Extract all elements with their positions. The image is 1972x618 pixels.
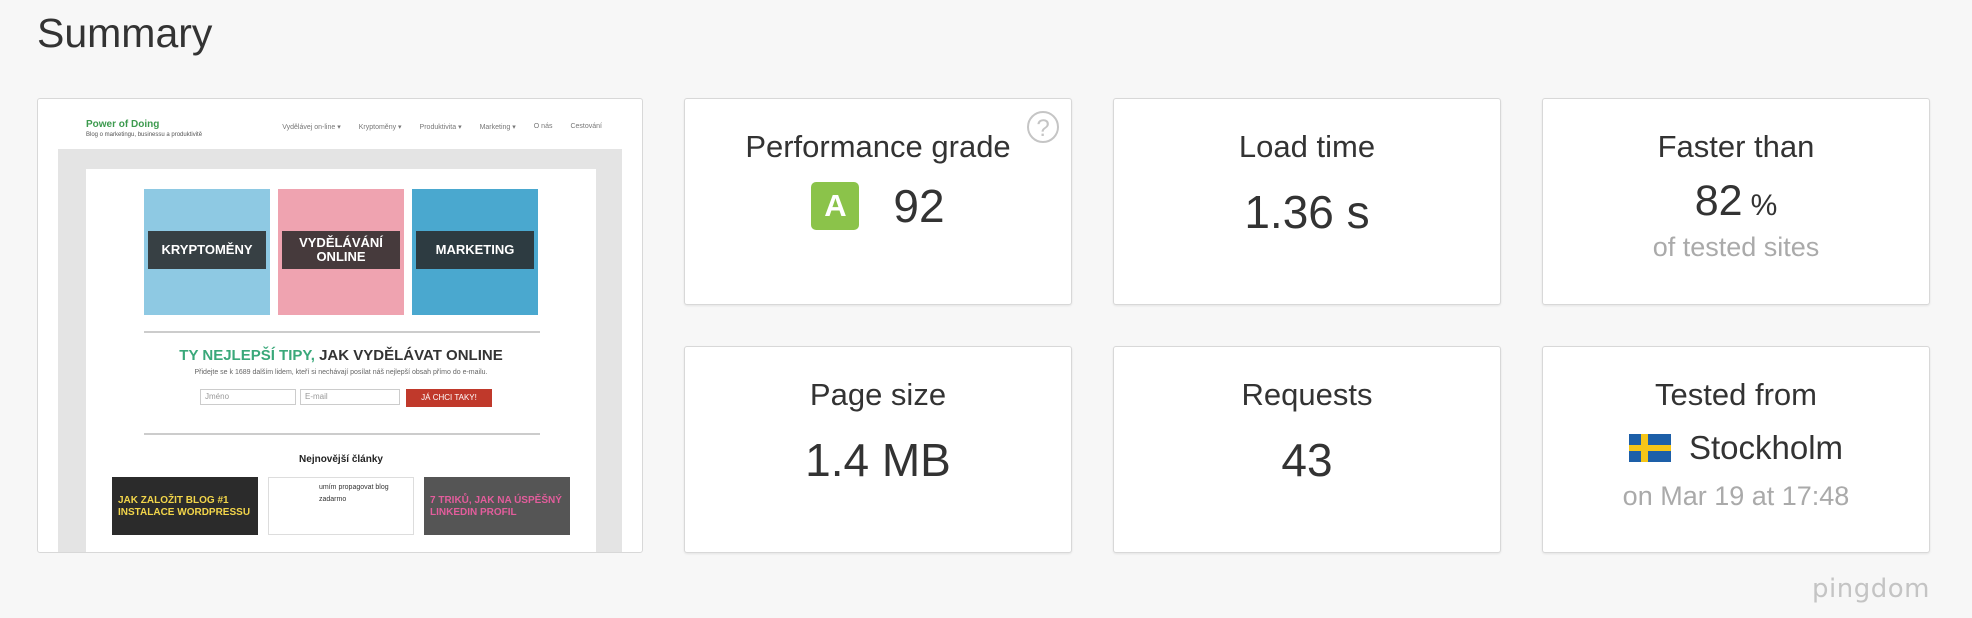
site-nav-item: Cestování [570, 123, 602, 130]
page-size-value: 1.4 MB [805, 434, 951, 486]
article-title: umím propagovat blog zadarmo [319, 484, 389, 503]
site-tagline: Blog o marketingu, businessu a produktiv… [86, 132, 203, 138]
requests-value: 43 [1281, 434, 1333, 486]
percent-sign: % [1750, 189, 1778, 222]
test-location: Stockholm [1688, 429, 1844, 466]
site-nav-item: O nás [533, 123, 553, 130]
tile-caption: KRYPTOMĚNY [148, 231, 266, 269]
page-title: Summary [37, 10, 213, 56]
article-title: JAK ZALOŽIT BLOG #1 INSTALACE WORDPRESSU [118, 495, 251, 518]
site-nav-item: Kryptoměny ▾ [358, 124, 402, 131]
site-nav: Vydělávej on-line ▾ Kryptoměny ▾ Produkt… [282, 123, 602, 131]
site-logo: Power of Doing [86, 119, 160, 130]
tile-marketing: MARKETING [412, 189, 538, 315]
faster-than-value: 82 [1694, 177, 1743, 225]
headline-rest: JAK VYDĚLÁVAT ONLINE [314, 347, 503, 364]
tested-from-card: Tested from Stockholm on Mar 19 at 17:48 [1542, 346, 1930, 553]
email-field: E-mail [300, 389, 400, 405]
grade-score: 92 [893, 180, 945, 232]
performance-grade-label: Performance grade [745, 129, 1011, 164]
divider [144, 331, 540, 333]
tile-kryptomeny: KRYPTOMĚNY [144, 189, 270, 315]
site-nav-item: Produktivita ▾ [419, 124, 462, 131]
load-time-card: Load time 1.36 s [1113, 98, 1501, 305]
article-title: 7 TRIKŮ, JAK NA ÚSPĚŠNÝ LINKEDIN PROFIL [430, 495, 562, 518]
tile-caption: VYDĚLÁVÁNÍ ONLINE [282, 231, 400, 269]
site-description: Přidejte se k 1689 dalším lidem, kteří s… [194, 369, 488, 376]
tile-vydelavani: VYDĚLÁVÁNÍ ONLINE [278, 189, 404, 315]
help-icon[interactable]: ? [1027, 111, 1059, 143]
site-header: Power of Doing Blog o marketingu, busine… [58, 119, 622, 145]
site-page: KRYPTOMĚNY VYDĚLÁVÁNÍ ONLINE MARKETING T… [86, 169, 596, 552]
latest-heading: Nejnovější články [299, 454, 383, 465]
site-nav-item: Marketing ▾ [479, 124, 516, 131]
article-card: umím propagovat blog zadarmo [268, 477, 414, 535]
faster-than-subtitle: of tested sites [1652, 232, 1820, 262]
article-card: JAK ZALOŽIT BLOG #1 INSTALACE WORDPRESSU [112, 477, 258, 535]
faster-than-label: Faster than [1657, 129, 1815, 164]
pingdom-logo: pingdom [1812, 574, 1930, 604]
performance-grade-card: ? Performance grade A 92 [684, 98, 1072, 305]
tile-caption: MARKETING [416, 231, 534, 269]
name-field: Jméno [200, 389, 296, 405]
requests-label: Requests [1241, 377, 1373, 412]
load-time-value: 1.36 s [1244, 186, 1370, 238]
page-size-card: Page size 1.4 MB [684, 346, 1072, 553]
site-body: KRYPTOMĚNY VYDĚLÁVÁNÍ ONLINE MARKETING T… [58, 149, 622, 552]
headline-green: TY NEJLEPŠÍ TIPY, [179, 347, 315, 364]
site-nav-item: Vydělávej on-line ▾ [282, 124, 341, 131]
website-screenshot[interactable]: Power of Doing Blog o marketingu, busine… [37, 98, 643, 553]
test-date: on Mar 19 at 17:48 [1622, 481, 1850, 511]
subscribe-button: JÁ CHCI TAKY! [406, 389, 492, 407]
requests-card: Requests 43 [1113, 346, 1501, 553]
site-headline: TY NEJLEPŠÍ TIPY, JAK VYDĚLÁVAT ONLINE [86, 347, 596, 364]
article-card: 7 TRIKŮ, JAK NA ÚSPĚŠNÝ LINKEDIN PROFIL [424, 477, 570, 535]
divider [144, 433, 540, 435]
tested-from-label: Tested from [1655, 377, 1817, 412]
faster-than-card: Faster than 82% of tested sites [1542, 98, 1930, 305]
page-size-label: Page size [809, 377, 947, 412]
grade-badge: A [811, 182, 860, 230]
sweden-flag-icon [1628, 434, 1671, 462]
load-time-label: Load time [1238, 129, 1376, 164]
